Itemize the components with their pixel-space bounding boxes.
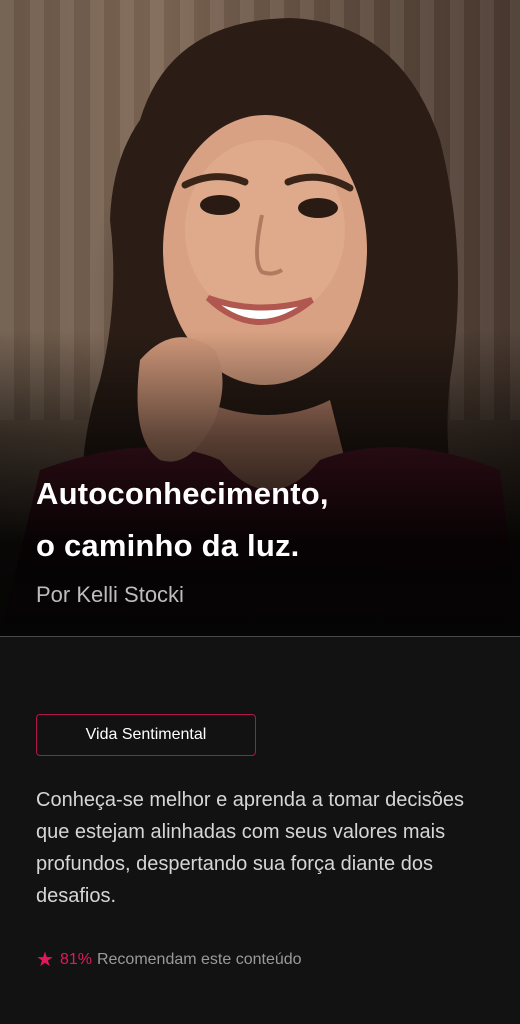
title-line-1: Autoconhecimento,	[36, 476, 329, 511]
recommendation-percent: 81%	[59, 951, 92, 968]
hero-banner: Autoconhecimento, o caminho da luz. Por …	[0, 0, 520, 636]
recommendation-rating: ★ 81% Recomendam este conteúdo	[36, 950, 484, 970]
content-details: Vida Sentimental Conheça-se melhor e apr…	[0, 714, 520, 970]
author-name: Por Kelli Stocki	[36, 582, 184, 607]
section-divider	[0, 636, 520, 637]
title-line-2: o caminho da luz.	[36, 528, 300, 563]
recommendation-label: Recomendam este conteúdo	[96, 951, 302, 968]
star-icon: ★	[36, 949, 54, 971]
category-tag[interactable]: Vida Sentimental	[36, 714, 256, 756]
content-description: Conheça-se melhor e aprenda a tomar deci…	[36, 789, 465, 907]
hero-text: Autoconhecimento, o caminho da luz. Por …	[36, 468, 490, 608]
content-title: Autoconhecimento, o caminho da luz.	[36, 468, 490, 572]
